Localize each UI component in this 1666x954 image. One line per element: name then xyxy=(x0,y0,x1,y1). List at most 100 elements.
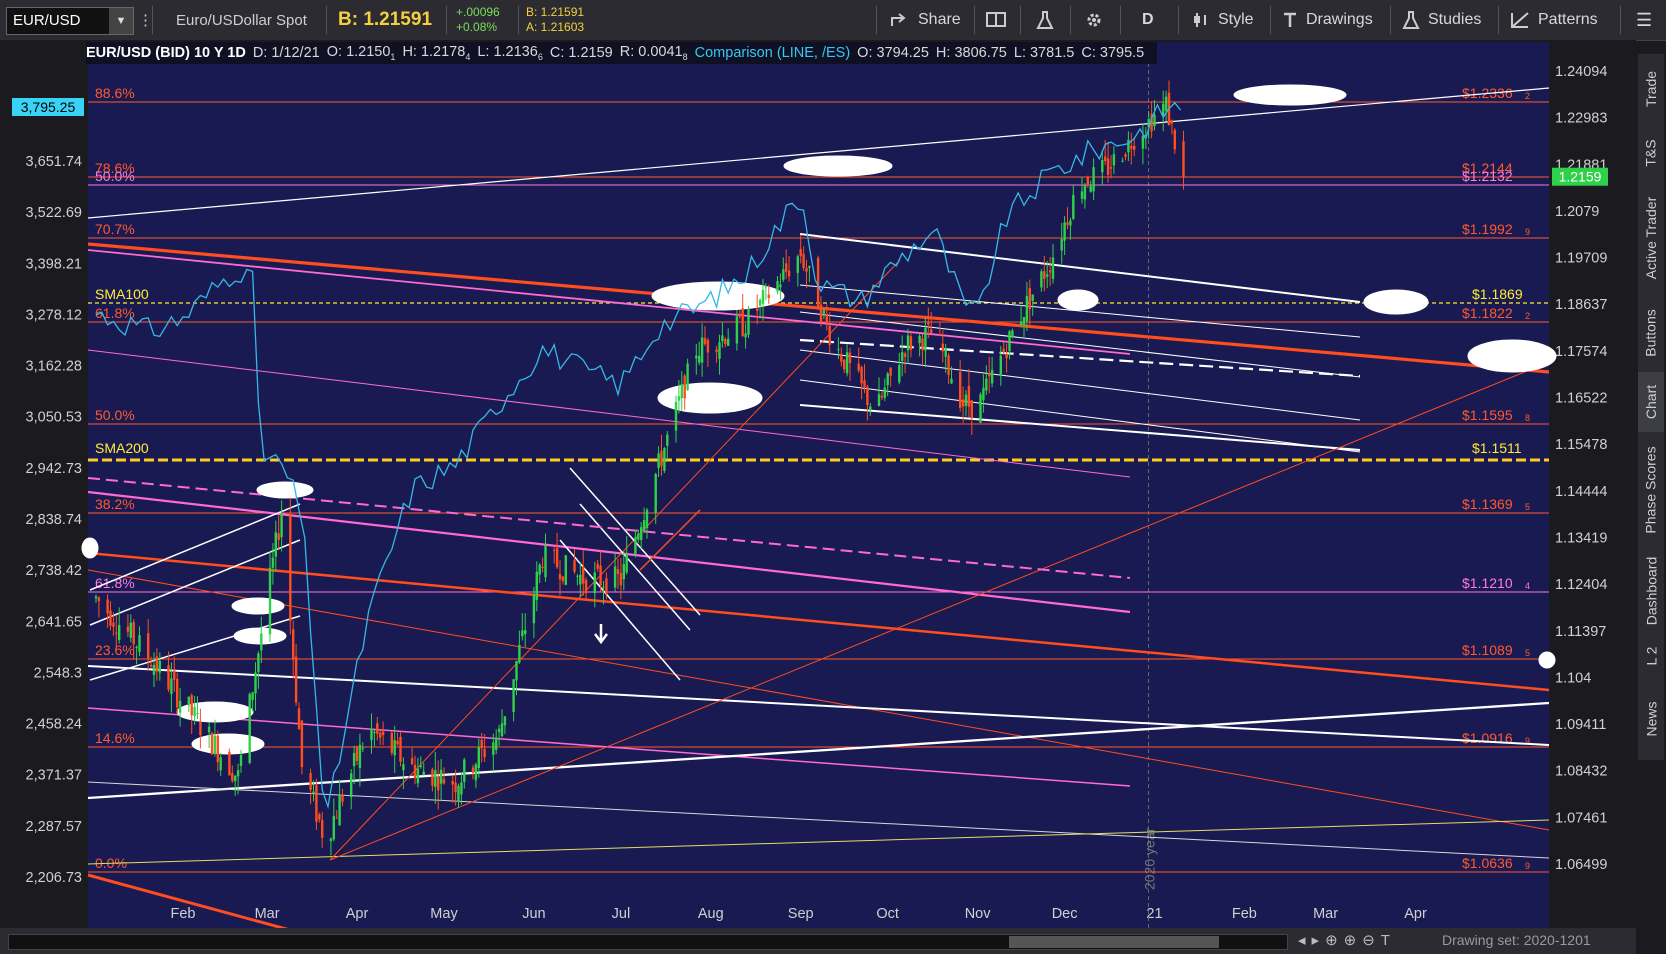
candle-body xyxy=(439,769,443,784)
right-tab-buttons[interactable]: Buttons xyxy=(1638,294,1664,372)
right-tab-l-2[interactable]: L 2 xyxy=(1638,634,1664,678)
candle-body xyxy=(776,281,779,292)
x-axis-tick: Feb xyxy=(1232,906,1257,922)
candle-body xyxy=(1028,288,1031,310)
left-axis-tick: 2,942.73 xyxy=(26,461,82,477)
settings-button[interactable] xyxy=(1084,0,1104,40)
right-tab-label: Active Trader xyxy=(1643,196,1660,280)
crosshair-icon[interactable]: ⊕ xyxy=(1325,932,1344,949)
x-axis-tick: Apr xyxy=(1404,906,1427,922)
candle-body xyxy=(497,728,501,733)
candle-body xyxy=(727,338,730,346)
sma200-price: $1.1511 xyxy=(1472,440,1522,456)
candle-body xyxy=(799,248,802,257)
fib-level-pct: 70.7% xyxy=(95,221,135,237)
change-pct: +0.08% xyxy=(456,20,498,34)
candle-body xyxy=(779,284,782,288)
candle-body xyxy=(228,751,231,776)
annotation-ellipse xyxy=(1057,289,1099,311)
candle-body xyxy=(666,434,669,446)
candle-body xyxy=(231,773,234,781)
text-icon[interactable]: T xyxy=(1381,932,1396,949)
candle-body xyxy=(1127,139,1130,153)
right-tab-chart[interactable]: Chart xyxy=(1638,372,1664,432)
zoom-in-icon[interactable]: ⊕ xyxy=(1344,932,1363,949)
candle-body xyxy=(903,353,907,357)
chart-area[interactable]: 3,651.74 3,522.69 3,398.21 3,278.12 3,162.28… xyxy=(0,40,1636,928)
candle-body xyxy=(1133,145,1136,150)
fib-level-price: $1.2132 xyxy=(1462,168,1513,184)
share-button[interactable]: Share xyxy=(890,0,961,40)
left-axis-tick: 2,371.37 xyxy=(26,768,82,784)
candle-body xyxy=(178,700,182,713)
candle-body xyxy=(593,572,596,594)
right-axis-tick: 1.104 xyxy=(1555,670,1591,686)
candle-body xyxy=(483,748,486,758)
flask-button[interactable] xyxy=(1036,0,1054,40)
candle-body xyxy=(599,565,602,586)
drawings-button[interactable]: Drawings xyxy=(1282,0,1373,40)
right-tab-phase-scores[interactable]: Phase Scores xyxy=(1638,432,1664,548)
candle-body xyxy=(979,394,982,423)
candle-body xyxy=(532,594,536,624)
candle-body xyxy=(964,394,968,406)
right-tab-dashboard[interactable]: Dashboard xyxy=(1638,548,1664,634)
candle-body xyxy=(147,633,150,659)
candle-body xyxy=(645,509,649,528)
annotation-ellipse xyxy=(231,597,285,615)
zoom-out-icon[interactable]: ⊖ xyxy=(1362,932,1381,949)
candle-body xyxy=(918,335,921,344)
scrollbar-thumb[interactable] xyxy=(1009,936,1219,948)
bottom-bar: ◂▸⊕⊕⊖T Drawing set: 2020-1201 xyxy=(0,928,1636,954)
candle-body xyxy=(358,744,362,769)
right-tab-news[interactable]: News xyxy=(1638,678,1664,760)
candle-body xyxy=(280,513,283,538)
link-icon[interactable]: ⋮ xyxy=(138,0,153,40)
style-label: Style xyxy=(1218,11,1254,28)
bid-ask-block: B: 1.21591 A: 1.21603 xyxy=(526,5,584,35)
candle-body xyxy=(767,294,770,298)
chart-svg[interactable]: 3,651.74 3,522.69 3,398.21 3,278.12 3,162.28… xyxy=(0,40,1636,928)
right-tab-t-s[interactable]: T&S xyxy=(1638,124,1664,182)
candle-body xyxy=(1019,321,1023,325)
gear-icon xyxy=(1087,13,1101,27)
candle-body xyxy=(869,406,872,410)
flask-icon xyxy=(1402,11,1420,29)
candle-body xyxy=(338,796,341,826)
candle-body xyxy=(848,352,852,364)
candle-body xyxy=(938,333,942,335)
fib-level-price-sub: 4 xyxy=(1525,581,1530,591)
symbol-input[interactable]: EUR/USD ▼ xyxy=(6,7,134,35)
candle-body xyxy=(1066,222,1069,226)
scroll-right-icon[interactable]: ▸ xyxy=(1312,932,1326,949)
candle-body xyxy=(376,723,379,734)
candle-body xyxy=(558,573,562,580)
right-tab-active-trader[interactable]: Active Trader xyxy=(1638,182,1664,294)
candle-body xyxy=(1130,146,1133,149)
left-axis-tick: 2,287.57 xyxy=(26,819,82,835)
candle-body xyxy=(883,387,886,398)
symbol-dropdown-icon[interactable]: ▼ xyxy=(109,8,133,34)
candle-body xyxy=(187,696,190,706)
patterns-button[interactable]: Patterns xyxy=(1510,0,1598,40)
candle-body xyxy=(680,384,683,399)
drawing-set-label[interactable]: Drawing set: 2020-1201 xyxy=(1442,932,1591,948)
candle-body xyxy=(538,564,541,575)
candle-body xyxy=(257,653,260,672)
right-tab-trade[interactable]: Trade xyxy=(1638,54,1664,124)
candle-body xyxy=(1080,191,1084,199)
period-button[interactable]: D xyxy=(1142,0,1154,40)
studies-button[interactable]: Studies xyxy=(1402,0,1481,40)
scroll-left-icon[interactable]: ◂ xyxy=(1298,932,1312,949)
style-button[interactable]: Style xyxy=(1192,0,1254,40)
menu-button[interactable]: ☰ xyxy=(1636,0,1652,40)
candle-body xyxy=(802,254,805,268)
candle-body xyxy=(410,758,414,765)
x-axis-tick: Feb xyxy=(171,906,196,922)
studies-label: Studies xyxy=(1428,11,1482,28)
candle-body xyxy=(695,355,698,359)
fib-level-pct: 50.0% xyxy=(95,168,135,184)
grid-button[interactable] xyxy=(986,0,1008,40)
time-scrollbar[interactable] xyxy=(8,934,1288,950)
ask-small: A: 1.21603 xyxy=(526,20,585,34)
